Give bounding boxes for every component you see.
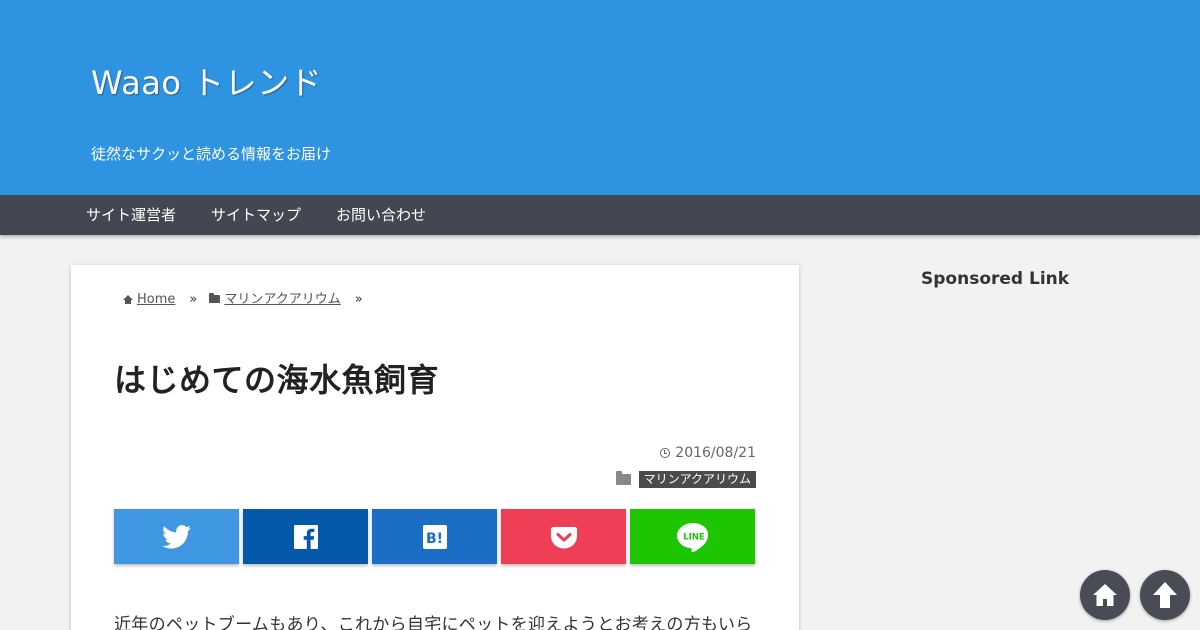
home-icon: [1093, 584, 1117, 606]
facebook-icon: [293, 524, 318, 549]
site-tagline: 徒然なサクッと読める情報をお届け: [91, 145, 332, 163]
folder-icon: [209, 293, 221, 303]
home-icon: [123, 295, 133, 304]
share-hatena-button[interactable]: B!: [372, 509, 497, 564]
nav-item-site-owner[interactable]: サイト運営者: [86, 195, 176, 235]
share-twitter-button[interactable]: [114, 509, 239, 564]
svg-text:B!: B!: [426, 531, 443, 547]
pocket-icon: [550, 526, 577, 548]
breadcrumb-home-link[interactable]: Home: [137, 292, 175, 307]
post-body-text: 近年のペットブームもあり、これから自宅にペットを迎えようとお考えの方もいら: [114, 615, 753, 630]
breadcrumb-separator: »: [354, 292, 363, 307]
site-title-link[interactable]: Waao トレンド: [91, 58, 322, 104]
global-nav: サイト運営者 サイトマップ お問い合わせ: [0, 195, 1200, 235]
twitter-icon: [161, 524, 191, 549]
breadcrumb-category-link[interactable]: マリンアクアリウム: [224, 292, 340, 307]
post-category: マリンアクアリウム: [615, 469, 756, 488]
back-to-top-button[interactable]: [1140, 570, 1190, 620]
clock-icon: [660, 448, 671, 458]
folder-icon: [615, 471, 631, 485]
site-header: Waao トレンド 徒然なサクッと読める情報をお届け: [0, 0, 1200, 195]
main-article: Home » マリンアクアリウム » はじめての海水魚飼育 2016/08/21 マリ…: [71, 265, 799, 630]
nav-item-sitemap[interactable]: サイトマップ: [211, 195, 301, 235]
post-date-text: 2016/08/21: [675, 445, 756, 461]
floating-home-button[interactable]: [1080, 570, 1130, 620]
share-buttons: B! LINE: [114, 509, 755, 564]
breadcrumb-separator: »: [189, 292, 198, 307]
line-icon: LINE: [676, 522, 708, 552]
arrow-up-icon: [1153, 582, 1177, 608]
post-title: はじめての海水魚飼育: [114, 361, 440, 399]
breadcrumb: Home » マリンアクアリウム »: [123, 288, 375, 307]
nav-item-contact[interactable]: お問い合わせ: [336, 195, 426, 235]
share-pocket-button[interactable]: [501, 509, 626, 564]
svg-text:LINE: LINE: [683, 532, 705, 542]
share-line-button[interactable]: LINE: [630, 509, 755, 564]
hatena-bookmark-icon: B!: [422, 524, 447, 549]
post-date: 2016/08/21: [660, 445, 756, 461]
share-facebook-button[interactable]: [243, 509, 368, 564]
sidebar-sponsored-title: Sponsored Link: [921, 269, 1070, 289]
category-tag-link[interactable]: マリンアクアリウム: [638, 471, 756, 488]
